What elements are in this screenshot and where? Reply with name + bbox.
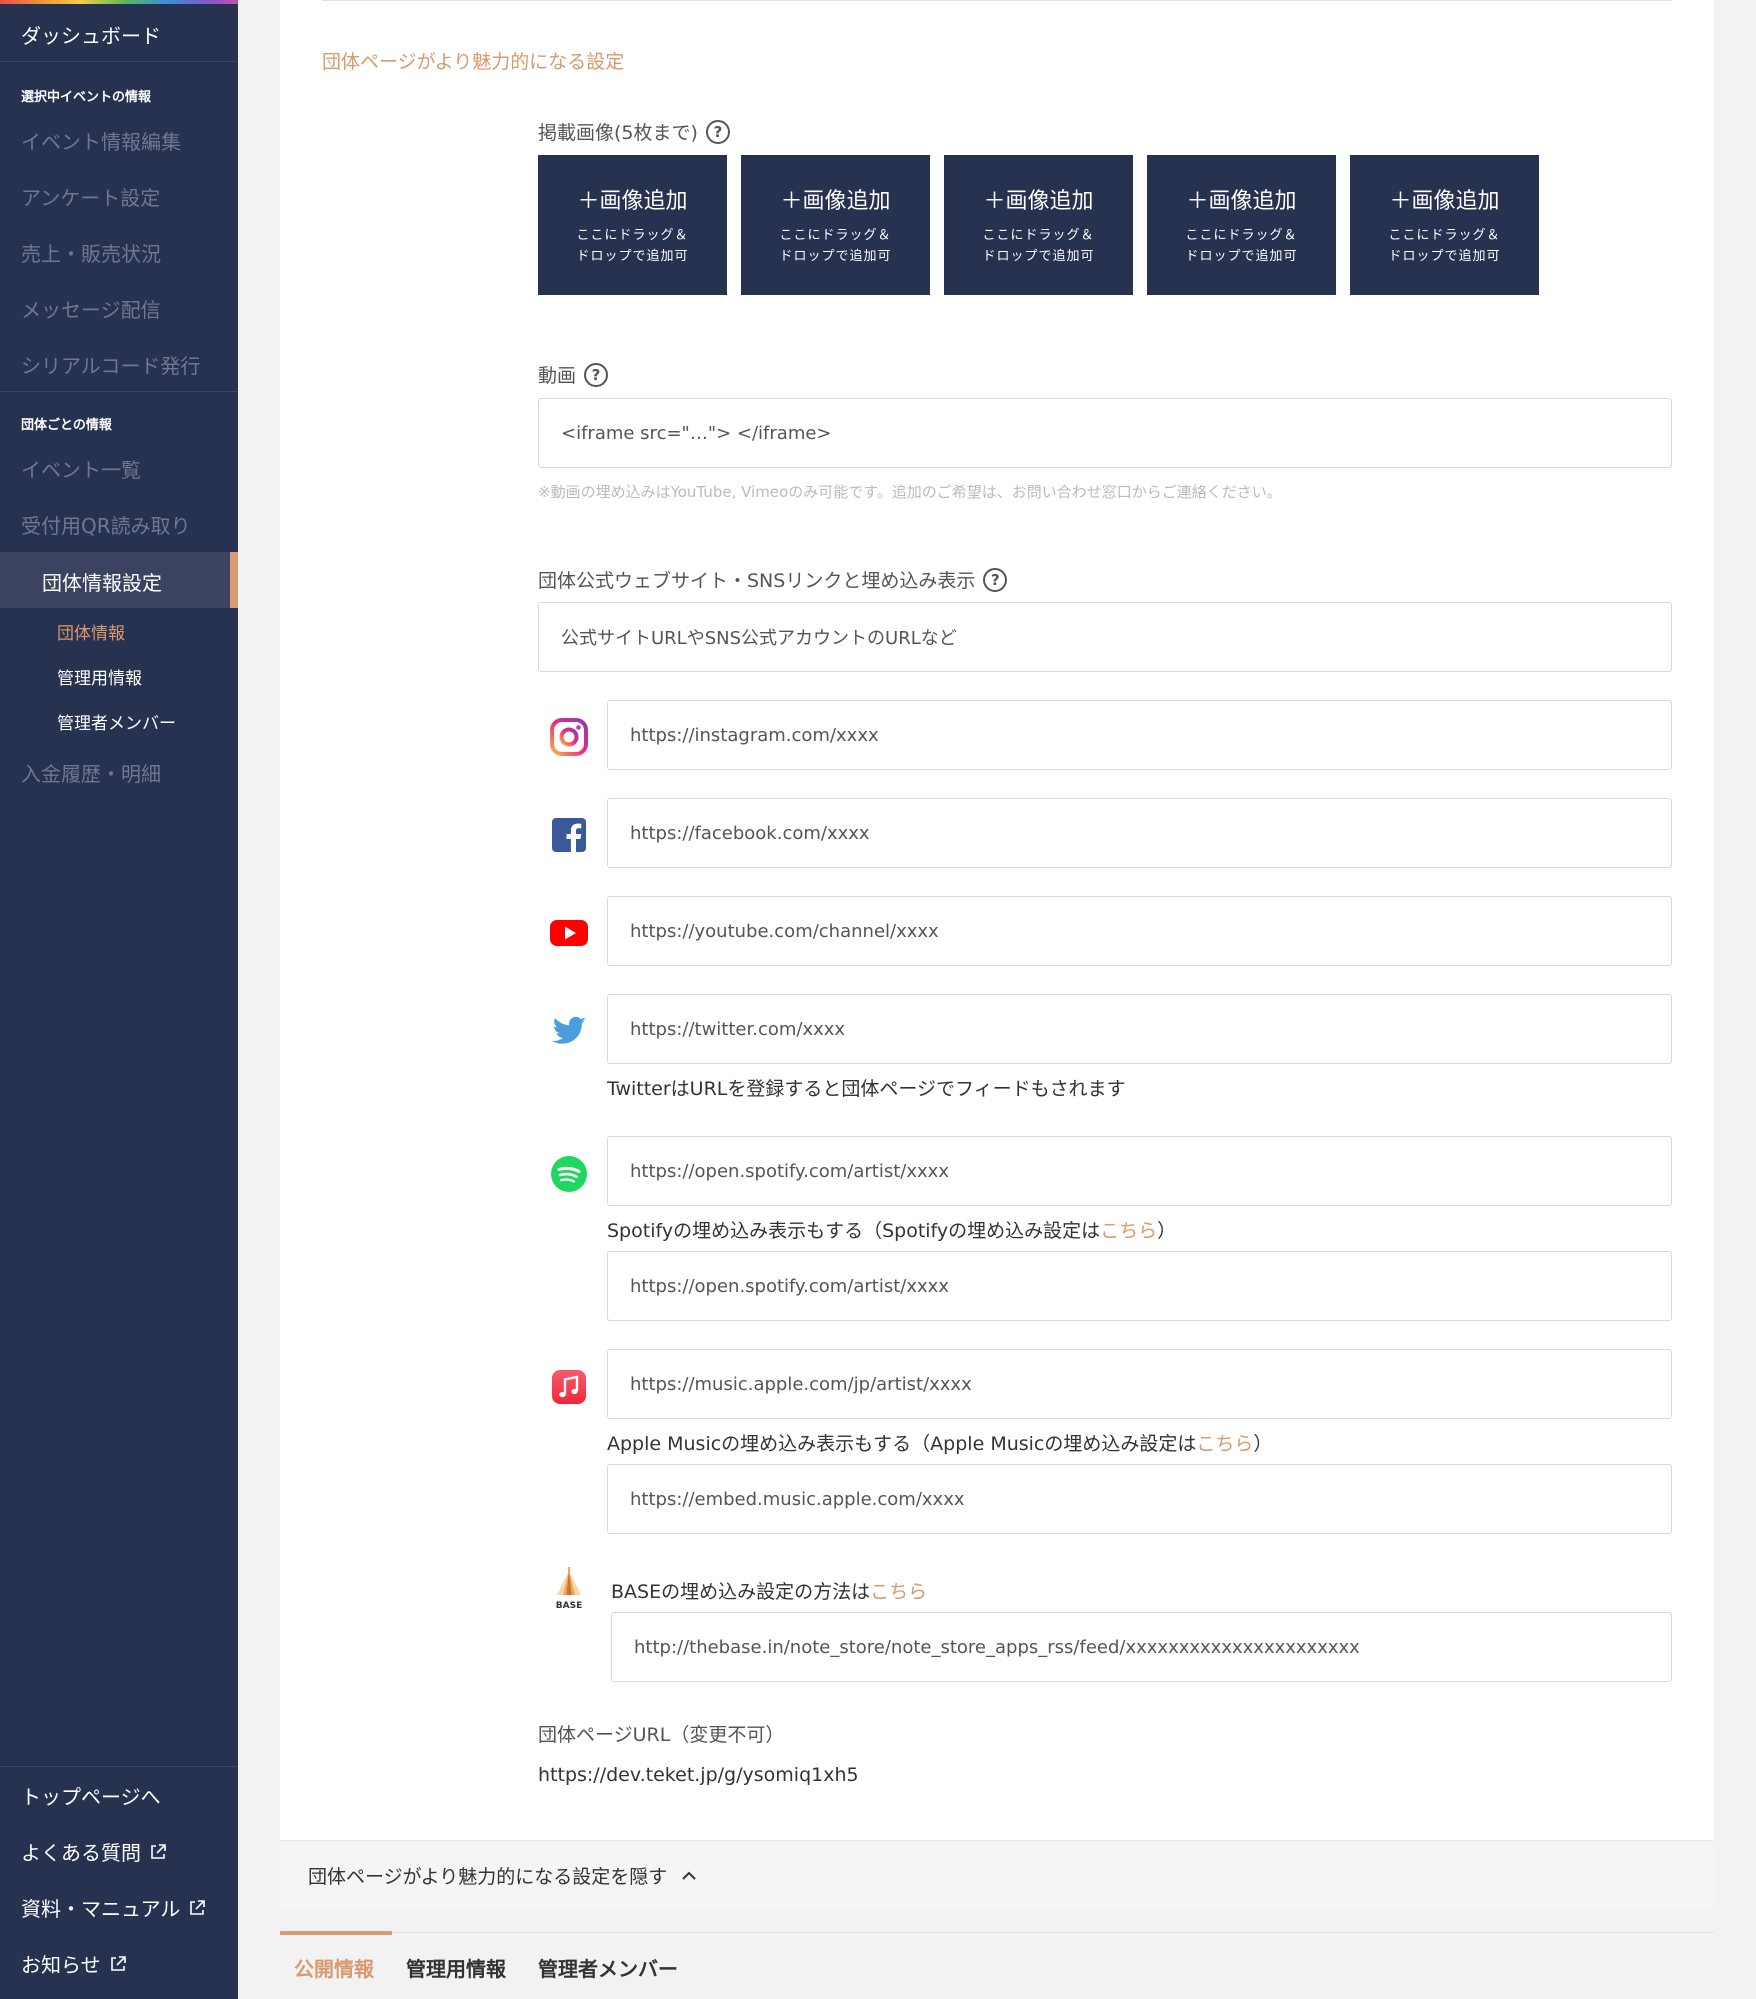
image-upload-tile[interactable]: ＋画像追加 ここにドラッグ＆ ドロップで追加可: [538, 155, 727, 295]
image-upload-tile[interactable]: ＋画像追加 ここにドラッグ＆ ドロップで追加可: [1147, 155, 1336, 295]
sidebar-subitem-admin-members[interactable]: 管理者メンバー: [57, 709, 176, 734]
twitter-note: TwitterはURLを登録すると団体ページでフィードもされます: [607, 1078, 1126, 1100]
image-upload-title: ＋画像追加: [1186, 189, 1297, 214]
image-upload-list: ＋画像追加 ここにドラッグ＆ ドロップで追加可 ＋画像追加 ここにドラッグ＆ ドロッ…: [538, 155, 1539, 295]
sidebar-item-label: 団体情報設定: [42, 571, 162, 595]
sidebar-divider: [0, 391, 238, 392]
sidebar-link-news[interactable]: お知らせ: [21, 1949, 127, 1978]
sidebar-link-faq[interactable]: よくある質問: [21, 1837, 167, 1866]
image-upload-title: ＋画像追加: [983, 189, 1094, 214]
website-url-input[interactable]: 公式サイトURLやSNS公式アカウントのURLなど: [538, 602, 1672, 672]
apple-music-embed-input[interactable]: https://embed.music.apple.com/xxxx: [607, 1464, 1672, 1534]
help-icon[interactable]: ?: [983, 567, 1008, 592]
tab-active-indicator: [280, 1931, 392, 1935]
facebook-url-input[interactable]: https://facebook.com/xxxx: [607, 798, 1672, 868]
collapse-label: 団体ページがより魅力的になる設定を隠す: [308, 1866, 668, 1888]
apple-music-url-input[interactable]: https://music.apple.com/jp/artist/xxxx: [607, 1349, 1672, 1419]
external-link-icon: [190, 1899, 206, 1915]
active-indicator: [230, 552, 238, 608]
tab-public-info[interactable]: 公開情報: [294, 1953, 374, 1982]
sidebar-item-event-edit[interactable]: イベント情報編集: [21, 126, 181, 155]
sidebar-item-event-list[interactable]: イベント一覧: [21, 454, 141, 483]
apple-music-embed-note: Apple Musicの埋め込み表示もする（Apple Musicの埋め込み設定…: [607, 1433, 1273, 1455]
image-upload-hint: ここにドラッグ＆ ドロップで追加可: [779, 228, 892, 264]
video-note: ※動画の埋め込みはYouTube, Vimeoのみ可能です。追加のご希望は、お問…: [538, 483, 1282, 501]
image-upload-tile[interactable]: ＋画像追加 ここにドラッグ＆ ドロップで追加可: [741, 155, 930, 295]
sidebar-item-org-settings[interactable]: 団体情報設定: [0, 552, 238, 608]
help-icon[interactable]: ?: [705, 119, 730, 144]
apple-music-settings-link[interactable]: こちら: [1196, 1433, 1253, 1455]
page-url-label: 団体ページURL（変更不可）: [538, 1724, 785, 1746]
images-label: 掲載画像(5枚まで) ?: [538, 118, 730, 145]
twitter-icon: [552, 1016, 586, 1044]
sidebar-subitem-org-info[interactable]: 団体情報: [57, 619, 125, 644]
image-upload-hint: ここにドラッグ＆ ドロップで追加可: [576, 228, 689, 264]
spotify-url-input[interactable]: https://open.spotify.com/artist/xxxx: [607, 1136, 1672, 1206]
image-upload-hint: ここにドラッグ＆ ドロップで追加可: [1388, 228, 1501, 264]
base-note: BASEの埋め込み設定の方法はこちら: [611, 1581, 928, 1603]
spotify-embed-note: Spotifyの埋め込み表示もする（Spotifyの埋め込み設定はこちら）: [607, 1220, 1177, 1242]
facebook-icon: [552, 818, 586, 852]
tab-admin-members[interactable]: 管理者メンバー: [538, 1953, 678, 1982]
base-feed-input[interactable]: http://thebase.in/note_store/note_store_…: [611, 1612, 1672, 1682]
sidebar-subitem-admin-info[interactable]: 管理用情報: [57, 664, 142, 689]
image-upload-hint: ここにドラッグ＆ ドロップで追加可: [982, 228, 1095, 264]
sidebar-item-sales[interactable]: 売上・販売状況: [21, 238, 161, 267]
sidebar-link-manual[interactable]: 資料・マニュアル: [21, 1893, 206, 1922]
sidebar-section-org: 団体ごとの情報: [21, 418, 112, 433]
sidebar-item-dashboard[interactable]: ダッシュボード: [0, 4, 238, 62]
instagram-icon: [550, 718, 588, 756]
sidebar-link-label: トップページへ: [21, 1785, 161, 1809]
video-label-text: 動画: [538, 365, 577, 387]
sidebar-section-event: 選択中イベントの情報: [21, 90, 152, 105]
tab-bar: 公開情報 管理用情報 管理者メンバー: [280, 1931, 1714, 1999]
sidebar-link-label: 資料・マニュアル: [21, 1897, 181, 1921]
divider: [322, 0, 1672, 1]
svg-text:BASE: BASE: [556, 1601, 582, 1611]
sns-label: 団体公式ウェブサイト・SNSリンクと埋め込み表示 ?: [538, 566, 1008, 593]
sidebar-link-top-page[interactable]: トップページへ: [21, 1781, 161, 1810]
image-upload-tile[interactable]: ＋画像追加 ここにドラッグ＆ ドロップで追加可: [944, 155, 1133, 295]
sidebar-link-label: お知らせ: [21, 1953, 101, 1977]
video-label: 動画 ?: [538, 361, 609, 388]
page-url-value: https://dev.teket.jp/g/ysomiq1xh5: [538, 1764, 859, 1786]
sidebar-divider: [0, 1766, 238, 1767]
collapse-toggle[interactable]: 団体ページがより魅力的になる設定を隠す: [280, 1840, 1714, 1910]
sns-label-text: 団体公式ウェブサイト・SNSリンクと埋め込み表示: [538, 570, 976, 592]
sidebar-link-label: よくある質問: [21, 1841, 141, 1865]
section-title: 団体ページがより魅力的になる設定: [322, 51, 625, 73]
sidebar-item-qr-reader[interactable]: 受付用QR読み取り: [21, 510, 191, 539]
chevron-up-icon: [682, 1871, 697, 1880]
instagram-url-input[interactable]: https://instagram.com/xxxx: [607, 700, 1672, 770]
image-upload-title: ＋画像追加: [577, 189, 688, 214]
youtube-url-input[interactable]: https://youtube.com/channel/xxxx: [607, 896, 1672, 966]
sidebar-item-serial-code[interactable]: シリアルコード発行: [21, 350, 200, 379]
image-upload-hint: ここにドラッグ＆ ドロップで追加可: [1185, 228, 1298, 264]
external-link-icon: [151, 1843, 166, 1859]
help-icon[interactable]: ?: [584, 362, 609, 387]
apple-music-icon: [552, 1370, 586, 1404]
sidebar: ダッシュボード 選択中イベントの情報 イベント情報編集 アンケート設定 売上・販…: [0, 0, 238, 1999]
base-settings-link[interactable]: こちら: [870, 1581, 927, 1603]
image-upload-title: ＋画像追加: [780, 189, 891, 214]
settings-card: 団体ページがより魅力的になる設定 掲載画像(5枚まで) ? ＋画像追加 ここにド…: [280, 0, 1714, 1840]
spotify-icon: [551, 1156, 587, 1192]
sidebar-item-survey[interactable]: アンケート設定: [21, 182, 160, 211]
image-upload-title: ＋画像追加: [1389, 189, 1500, 214]
sidebar-item-messages[interactable]: メッセージ配信: [21, 294, 161, 323]
video-embed-input[interactable]: <iframe src="…"> </iframe>: [538, 398, 1672, 468]
sidebar-item-payment-history[interactable]: 入金履歴・明細: [21, 758, 161, 787]
external-link-icon: [110, 1955, 126, 1971]
image-upload-tile[interactable]: ＋画像追加 ここにドラッグ＆ ドロップで追加可: [1350, 155, 1539, 295]
twitter-url-input[interactable]: https://twitter.com/xxxx: [607, 994, 1672, 1064]
base-icon: BASE: [556, 1567, 582, 1611]
tab-admin-info[interactable]: 管理用情報: [406, 1953, 506, 1982]
images-label-text: 掲載画像(5枚まで): [538, 122, 698, 144]
spotify-embed-input[interactable]: https://open.spotify.com/artist/xxxx: [607, 1251, 1672, 1321]
spotify-settings-link[interactable]: こちら: [1100, 1220, 1157, 1242]
youtube-icon: [550, 920, 588, 946]
